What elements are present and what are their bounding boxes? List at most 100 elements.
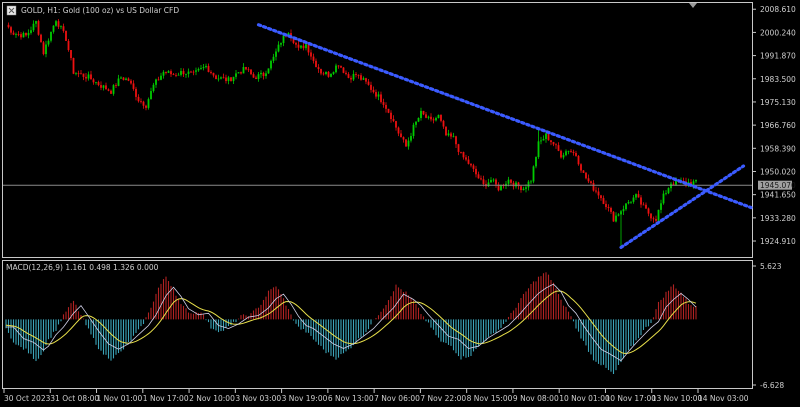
price-tick-label: 1941.650 [760, 191, 796, 200]
candle [567, 150, 570, 155]
time-tick-label: 1 Nov 17:00 [143, 394, 189, 403]
price-tick-label: 1950.020 [760, 167, 796, 176]
candle [57, 19, 60, 30]
candle [32, 20, 35, 32]
symbol-icon [6, 5, 17, 16]
candle [562, 152, 565, 160]
candle [160, 72, 162, 81]
candle [395, 120, 397, 131]
candle [237, 72, 240, 74]
candle [162, 70, 165, 79]
candle [477, 171, 480, 179]
candle [45, 40, 47, 58]
candle [230, 77, 232, 82]
candle [275, 48, 277, 61]
time-tick-label: 30 Oct 2023 [4, 394, 51, 403]
macd-tick-label: -6.628 [760, 381, 784, 390]
price-tick-label: 1975.130 [760, 98, 796, 107]
candle [65, 30, 67, 41]
candle [612, 210, 615, 222]
candle [187, 68, 190, 78]
candle [367, 79, 370, 86]
candle [592, 180, 595, 192]
candle [152, 82, 155, 93]
candle [220, 76, 222, 80]
candle [190, 70, 192, 73]
candle [637, 190, 640, 198]
candle [497, 182, 500, 192]
candle [475, 165, 477, 178]
price-tick-label: 1991.870 [760, 52, 796, 61]
candle [437, 114, 440, 119]
candle [30, 26, 32, 35]
candle [255, 75, 257, 80]
candle [427, 115, 430, 120]
candle [192, 70, 195, 76]
candle [377, 91, 380, 101]
price-tick-label: 1933.280 [760, 214, 796, 223]
time-tick-label: 2 Nov 10:00 [189, 394, 235, 403]
candle [22, 31, 25, 38]
candle [195, 67, 197, 76]
candle [387, 108, 390, 114]
candle [252, 72, 255, 78]
candle [260, 70, 262, 78]
candle [127, 77, 130, 82]
candle [227, 75, 230, 85]
candle [655, 215, 657, 223]
candle [550, 140, 552, 146]
candle [582, 169, 585, 173]
candle [107, 88, 110, 92]
candle [447, 129, 450, 137]
trendlines[interactable] [256, 23, 753, 250]
candle [47, 38, 50, 47]
candle [132, 80, 135, 91]
scroll-shift-marker[interactable] [689, 3, 697, 8]
candle [155, 78, 157, 88]
candle [75, 72, 77, 76]
candle [585, 172, 587, 180]
chart-title: GOLD, H1: Gold (100 oz) vs US Dollar CFD [6, 5, 179, 16]
candle [215, 74, 217, 80]
candle [560, 149, 562, 159]
candle [530, 179, 532, 185]
candle [462, 151, 465, 160]
candle [397, 126, 400, 137]
time-tick-label: 3 Nov 03:00 [235, 394, 281, 403]
candle [402, 136, 405, 143]
price-tick-label: 1924.910 [760, 237, 796, 246]
candle [622, 205, 625, 215]
candle [262, 71, 265, 80]
candle [670, 182, 672, 192]
price-axis: 2008.610 2000.240 1991.870 1983.500 1975.130… [752, 5, 796, 246]
candle [440, 114, 442, 123]
candle [145, 104, 147, 111]
candle [480, 175, 482, 181]
candle [235, 70, 237, 80]
current-price-label: 1945.070 [760, 181, 796, 190]
candle [90, 70, 92, 80]
candle [390, 110, 392, 123]
candle [347, 72, 350, 79]
time-tick-label: 10 Nov 01:00 [559, 394, 610, 403]
candle [617, 213, 620, 217]
price-pane[interactable] [2, 2, 753, 258]
candle [120, 76, 122, 79]
candle [605, 200, 607, 210]
trendline-support[interactable] [619, 164, 746, 250]
candle [445, 126, 447, 137]
candle [140, 98, 142, 104]
candle [317, 64, 320, 73]
candle [332, 71, 335, 75]
candle [40, 33, 42, 43]
candle [415, 121, 417, 128]
candle [27, 29, 30, 39]
candle [200, 65, 202, 70]
candle [157, 76, 160, 81]
candle [185, 73, 187, 78]
macd-tick-label: 5.623 [760, 262, 782, 271]
trendline-resistance[interactable] [256, 23, 753, 210]
candle [372, 86, 375, 94]
candle [597, 187, 600, 199]
macd-pane[interactable]: MACD(12,26,9) 1.161 0.498 1.326 0.000 [2, 260, 753, 389]
